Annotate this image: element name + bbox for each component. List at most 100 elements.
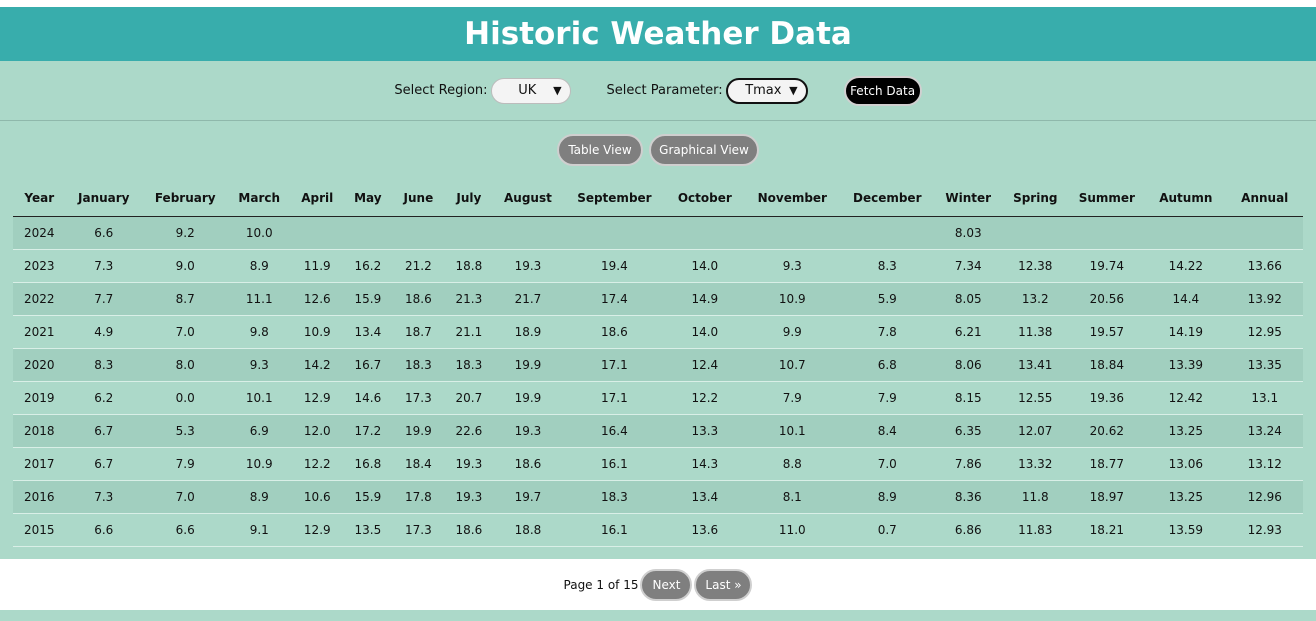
column-header: Winter: [934, 179, 1002, 217]
table-cell: 21.3: [445, 282, 493, 316]
column-header: March: [228, 179, 291, 217]
table-cell: 12.38: [1002, 249, 1069, 283]
table-cell: 8.03: [934, 216, 1002, 250]
column-header: July: [445, 179, 493, 217]
table-cell: [492, 216, 564, 250]
last-page-button[interactable]: Last »: [694, 568, 753, 601]
table-cell: 2015: [13, 513, 66, 547]
table-cell: 2018: [13, 414, 66, 448]
table-cell: 18.3: [445, 348, 493, 382]
table-cell: 10.9: [290, 315, 345, 349]
table-cell: 13.4: [344, 315, 392, 349]
table-cell: 13.1: [1226, 381, 1303, 415]
table-cell: 12.07: [1002, 414, 1069, 448]
table-cell: 8.0: [142, 348, 229, 382]
top-strip: [0, 0, 1316, 7]
table-cell: 8.9: [840, 480, 935, 514]
table-row: 2023 7.3 9.0 8.9 11.9 16.2 21.2 18.8 19.3 19.4 14.…: [13, 249, 1303, 283]
column-header: Year: [13, 179, 66, 217]
table-cell: 16.7: [344, 348, 392, 382]
table-cell: 19.3: [445, 480, 493, 514]
table-cell: 18.97: [1068, 480, 1146, 514]
table-cell: 2016: [13, 480, 66, 514]
table-cell: 2021: [13, 315, 66, 349]
table-row: 2022 7.7 8.7 11.1 12.6 15.9 18.6 21.3 21.7 17.4 14…: [13, 282, 1303, 316]
table-cell: 18.21: [1068, 513, 1146, 547]
table-cell: 12.55: [1002, 381, 1069, 415]
column-header: Annual: [1226, 179, 1303, 217]
table-cell: 19.36: [1068, 381, 1146, 415]
table-cell: 6.35: [934, 414, 1002, 448]
table-cell: [1145, 216, 1227, 250]
table-cell: 7.8: [840, 315, 935, 349]
column-header: Spring: [1002, 179, 1069, 217]
table-cell: 17.2: [344, 414, 392, 448]
column-header: November: [744, 179, 841, 217]
table-header-row: Year January February March April May June July…: [13, 179, 1303, 217]
table-cell: 13.41: [1002, 348, 1069, 382]
table-cell: 13.39: [1145, 348, 1227, 382]
table-cell: 17.8: [391, 480, 446, 514]
table-cell: 13.5: [344, 513, 392, 547]
table-cell: 8.3: [65, 348, 142, 382]
table-cell: [1226, 216, 1303, 250]
column-header: April: [290, 179, 345, 217]
table-cell: 12.0: [290, 414, 345, 448]
table-cell: [290, 216, 345, 250]
column-header: Autumn: [1145, 179, 1227, 217]
table-row: 2020 8.3 8.0 9.3 14.2 16.7 18.3 18.3 19.9 17.1 12.…: [13, 348, 1303, 382]
table-cell: 0.7: [840, 513, 935, 547]
table-cell: 19.9: [492, 348, 564, 382]
table-cell: [665, 216, 745, 250]
table-cell: 14.2: [290, 348, 345, 382]
table-cell: [1068, 216, 1146, 250]
region-select[interactable]: UK ▼: [490, 77, 571, 104]
table-cell: 16.8: [344, 447, 392, 481]
table-cell: 21.1: [445, 315, 493, 349]
fetch-data-button[interactable]: Fetch Data: [843, 75, 922, 106]
next-page-button[interactable]: Next: [640, 568, 693, 601]
table-cell: 6.7: [65, 414, 142, 448]
fetch-control: Fetch Data: [843, 75, 922, 106]
table-cell: 15.9: [344, 480, 392, 514]
table-cell: 17.3: [391, 381, 446, 415]
table-cell: 19.3: [492, 414, 564, 448]
table-cell: 6.2: [65, 381, 142, 415]
table-cell: 12.95: [1226, 315, 1303, 349]
table-cell: 19.9: [391, 414, 446, 448]
table-cell: 13.59: [1145, 513, 1227, 547]
table-cell: 8.8: [744, 447, 841, 481]
table-cell: 13.12: [1226, 447, 1303, 481]
table-cell: 19.9: [492, 381, 564, 415]
table-cell: 7.0: [142, 480, 229, 514]
table-cell: 8.05: [934, 282, 1002, 316]
table-cell: 18.8: [445, 249, 493, 283]
table-cell: 11.8: [1002, 480, 1069, 514]
table-cell: 13.24: [1226, 414, 1303, 448]
table-row: 2016 7.3 7.0 8.9 10.6 15.9 17.8 19.3 19.7 18.3 13.…: [13, 480, 1303, 514]
column-header: December: [840, 179, 935, 217]
table-cell: 19.4: [563, 249, 666, 283]
table-cell: 18.4: [391, 447, 446, 481]
table-cell: 12.2: [290, 447, 345, 481]
table-cell: 8.7: [142, 282, 229, 316]
table-cell: 7.3: [65, 249, 142, 283]
parameter-select[interactable]: Tmax ▼: [725, 77, 808, 104]
table-cell: [563, 216, 666, 250]
controls-bar: Select Region: UK ▼ Select Parameter: Tm…: [0, 61, 1316, 121]
table-view-button[interactable]: Table View: [557, 134, 643, 166]
table-cell: 18.7: [391, 315, 446, 349]
table-cell: 14.6: [344, 381, 392, 415]
weather-table: Year January February March April May June July…: [13, 179, 1303, 547]
table-cell: 6.21: [934, 315, 1002, 349]
table-cell: 20.56: [1068, 282, 1146, 316]
table-cell: 12.9: [290, 513, 345, 547]
column-header: February: [142, 179, 229, 217]
parameter-control: Select Parameter: Tmax ▼: [607, 77, 808, 104]
table-cell: 18.8: [492, 513, 564, 547]
table-cell: 7.34: [934, 249, 1002, 283]
graphical-view-button[interactable]: Graphical View: [649, 134, 759, 166]
table-cell: 19.7: [492, 480, 564, 514]
table-cell: 14.4: [1145, 282, 1227, 316]
table-cell: 13.32: [1002, 447, 1069, 481]
